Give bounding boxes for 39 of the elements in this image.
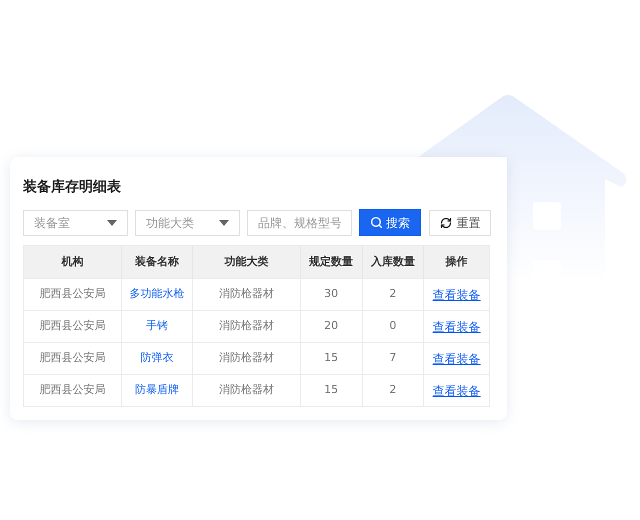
table-cell-text: 消防枪器材 [219,318,274,334]
view-link[interactable]: 查看装备 [432,286,481,304]
table-cell-text: 多功能水枪 [129,286,184,302]
table-cell-text: 消防枪器材 [219,350,274,366]
table-cell-text: 消防枪器材 [219,382,274,398]
table-cell-text: 30 [324,286,338,302]
table-cell-text: 肥西县公安局 [39,350,106,366]
refresh-icon [440,216,452,228]
table-cell-text: 肥西县公安局 [39,286,106,302]
table-cell-text: 15 [324,350,338,366]
column-header: 机构 [60,254,84,270]
column-header: 规定数量 [300,246,362,278]
column-header: 功能大类 [192,246,300,278]
view-link[interactable]: 查看装备 [432,318,481,336]
table-cell-text: 2 [389,286,396,302]
table-cell-text: 消防枪器材 [219,286,274,302]
table-cell-text: 防暴盾牌 [134,382,179,398]
column-header: 装备名称 [120,246,192,278]
caret-icon [107,220,117,226]
column-header: 入库数量 [362,246,424,278]
table-cell-text: 肥西县公安局 [39,318,106,334]
search-icon [370,216,383,229]
table-cell-text: 肥西县公安局 [39,382,106,398]
search-button[interactable]: 搜索 [359,209,421,236]
table-title: 装备库存明细表 [23,178,122,197]
table-cell-text: 0 [389,318,396,334]
table-cell-text: 20 [324,318,338,334]
reset-button[interactable]: 重置 [429,210,491,236]
table-cell-text: 15 [324,382,338,398]
table-cell-text: 2 [389,382,396,398]
dropdown[interactable]: 装备室 [23,210,128,236]
table-cell-text: 防弹衣 [140,350,174,366]
dropdown[interactable]: 功能大类 [135,210,240,236]
column-header: 操作 [423,246,489,278]
view-link[interactable]: 查看装备 [432,382,481,400]
caret-icon [219,220,229,226]
table-cell-text: 手铐 [146,318,168,334]
view-link[interactable]: 查看装备 [432,350,481,368]
table-cell-text: 7 [389,350,396,366]
